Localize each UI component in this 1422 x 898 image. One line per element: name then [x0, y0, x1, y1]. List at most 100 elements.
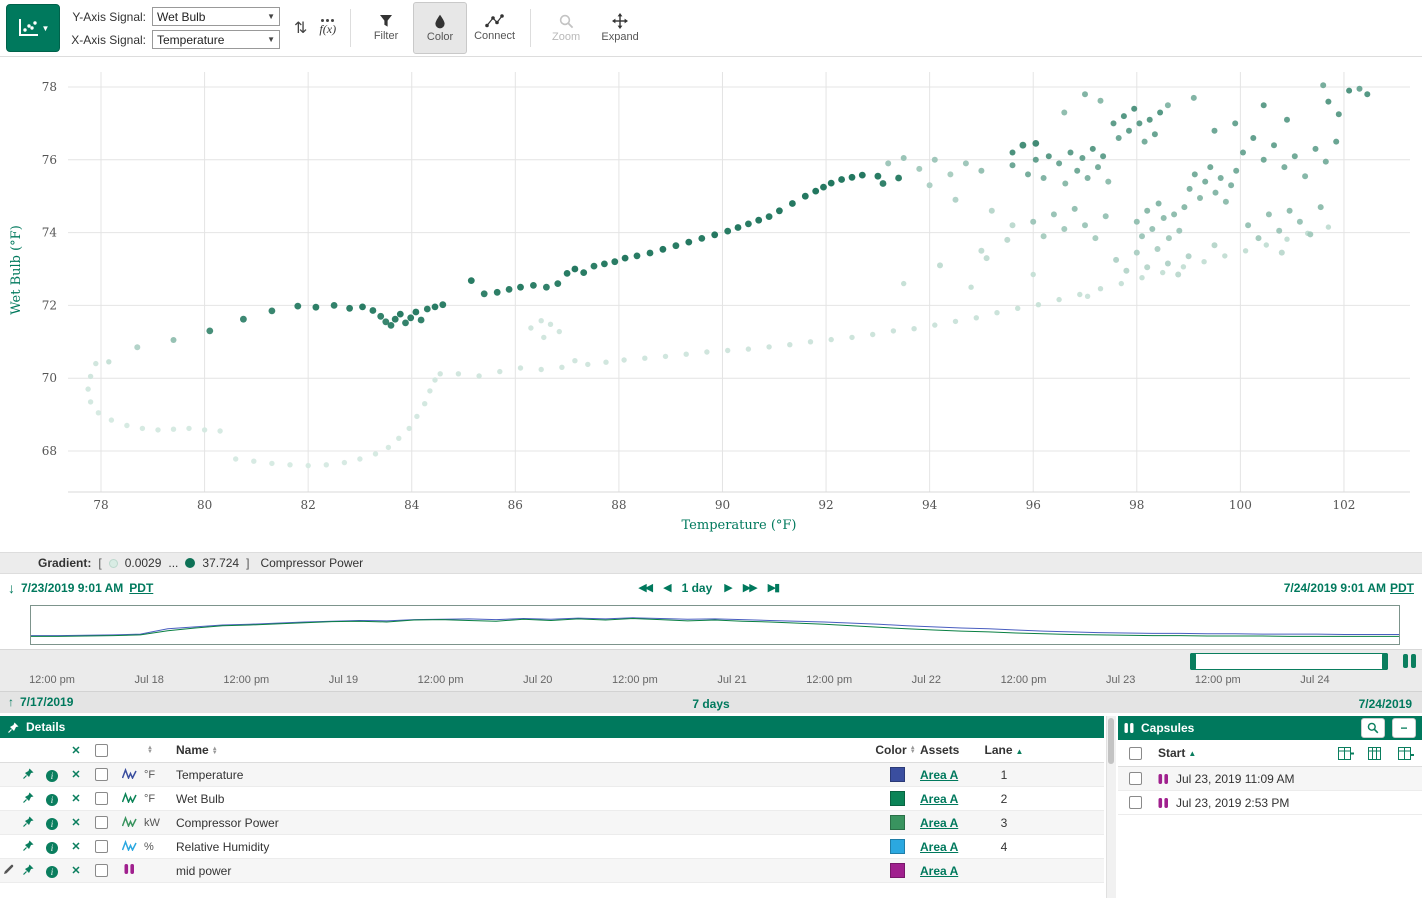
color-swatch[interactable]: [874, 863, 920, 878]
scatter-chart[interactable]: 7880828486889092949698100102687072747678…: [0, 57, 1422, 552]
step-to-end-button[interactable]: ▶▮: [768, 581, 779, 594]
step-back-button[interactable]: ◀: [663, 581, 669, 594]
fx-button[interactable]: f(x): [313, 5, 342, 51]
step-forward-button[interactable]: ▶: [724, 581, 730, 594]
x-axis-select[interactable]: Temperature ▼: [152, 30, 280, 49]
details-scrollbar[interactable]: [1106, 716, 1116, 898]
info-button[interactable]: i: [40, 840, 64, 854]
investigate-range-start[interactable]: 7/17/2019: [20, 695, 73, 709]
capsules-grid-icons: [1338, 747, 1414, 760]
details-row: i✕%Relative HumidityArea A4: [0, 835, 1104, 859]
step-back-double-button[interactable]: ◀◀: [638, 581, 651, 594]
color-column-header[interactable]: Color: [875, 743, 906, 757]
brush-right-handle[interactable]: [1382, 653, 1388, 670]
start-column-header[interactable]: Start: [1158, 746, 1185, 760]
sort-icon[interactable]: ▲▼: [910, 746, 916, 754]
asset-link[interactable]: Area A: [920, 768, 982, 782]
signal-icon: [122, 840, 137, 851]
row-checkbox[interactable]: [88, 864, 114, 877]
pin-button[interactable]: [16, 864, 40, 878]
remove-button[interactable]: ✕: [64, 864, 88, 877]
pin-icon[interactable]: [23, 840, 34, 851]
y-axis-select[interactable]: Wet Bulb ▼: [152, 7, 280, 26]
filter-button[interactable]: Filter: [359, 2, 413, 54]
bulk-remove-icon[interactable]: ✕: [64, 744, 88, 757]
remove-button[interactable]: ✕: [64, 840, 88, 853]
timebar[interactable]: 12:00 pmJul 1812:00 pmJul 1912:00 pmJul …: [0, 649, 1422, 691]
pin-icon[interactable]: [23, 864, 34, 875]
sort-icon[interactable]: ▲▼: [212, 747, 218, 755]
info-button[interactable]: i: [40, 768, 64, 782]
color-button[interactable]: Color: [413, 2, 467, 54]
color-swatch[interactable]: [874, 839, 920, 854]
select-all-checkbox[interactable]: [88, 744, 114, 757]
remove-button[interactable]: ✕: [64, 792, 88, 805]
display-range-start[interactable]: 7/23/2019 9:01 AM: [21, 581, 123, 595]
asset-link[interactable]: Area A: [920, 816, 982, 830]
timezone-link[interactable]: PDT: [1390, 581, 1414, 595]
pin-button[interactable]: [16, 768, 40, 782]
step-forward-double-button[interactable]: ▶▶: [743, 581, 756, 594]
scrollbar-thumb[interactable]: [1108, 718, 1114, 764]
range-up-icon[interactable]: ↑: [8, 695, 14, 709]
row-checkbox[interactable]: [88, 768, 114, 781]
capsule-checkbox[interactable]: [1122, 796, 1148, 809]
brush-left-handle[interactable]: [1190, 653, 1196, 670]
details-row: i✕mid powerArea A: [0, 859, 1104, 883]
display-range-brush[interactable]: [1190, 653, 1388, 670]
svg-text:Temperature (°F): Temperature (°F): [682, 518, 797, 533]
info-button[interactable]: i: [40, 792, 64, 806]
row-checkbox[interactable]: [88, 816, 114, 829]
stats-columns-icon[interactable]: [1398, 747, 1414, 760]
asset-link[interactable]: Area A: [920, 840, 982, 854]
svg-text:74: 74: [42, 226, 58, 240]
name-column-header[interactable]: Name: [176, 743, 209, 757]
column-options-icon[interactable]: [1368, 747, 1384, 760]
pin-icon[interactable]: [23, 816, 34, 827]
scatterplot-tool-button[interactable]: ▼: [6, 4, 60, 52]
pin-button[interactable]: [16, 816, 40, 830]
trend-overview[interactable]: [30, 605, 1400, 645]
pin-button[interactable]: [16, 840, 40, 854]
pin-icon[interactable]: [23, 768, 34, 779]
collapse-panel-button[interactable]: −: [1392, 718, 1416, 738]
info-button[interactable]: i: [40, 816, 64, 830]
asset-link[interactable]: Area A: [920, 792, 982, 806]
capsule-row[interactable]: Jul 23, 2019 11:09 AM: [1118, 767, 1422, 791]
connect-button[interactable]: Connect: [467, 2, 522, 54]
display-range-end[interactable]: 7/24/2019 9:01 AM: [1284, 581, 1386, 595]
range-down-icon[interactable]: ↓: [8, 580, 15, 596]
timebar-options-icon[interactable]: [1403, 654, 1416, 668]
item-name: Wet Bulb: [176, 792, 874, 806]
assets-column-header[interactable]: Assets: [920, 743, 982, 757]
capsules-search-button[interactable]: [1361, 718, 1385, 738]
investigate-range-duration[interactable]: 7 days: [692, 697, 729, 711]
timezone-link[interactable]: PDT: [129, 581, 153, 595]
remove-button[interactable]: ✕: [64, 816, 88, 829]
sort-icon[interactable]: ▲▼: [147, 746, 153, 754]
pin-button[interactable]: [16, 792, 40, 806]
color-swatch[interactable]: [874, 791, 920, 806]
remove-button[interactable]: ✕: [64, 768, 88, 781]
row-checkbox[interactable]: [88, 792, 114, 805]
capsule-row[interactable]: Jul 23, 2019 2:53 PM: [1118, 791, 1422, 815]
capsule-icon: [1158, 797, 1169, 809]
color-swatch[interactable]: [874, 767, 920, 782]
capsule-checkbox[interactable]: [1122, 772, 1148, 785]
pin-icon[interactable]: [23, 792, 34, 803]
lane-column-header[interactable]: Lane: [985, 743, 1013, 757]
gradient-min-dot-icon: [109, 559, 118, 568]
row-checkbox[interactable]: [88, 840, 114, 853]
add-column-icon[interactable]: [1338, 747, 1354, 760]
color-swatch[interactable]: [874, 815, 920, 830]
info-button[interactable]: i: [40, 864, 64, 878]
asset-link[interactable]: Area A: [920, 864, 982, 878]
expand-button[interactable]: Expand: [593, 2, 647, 54]
gradient-signal-name: Compressor Power: [260, 556, 363, 570]
capsules-select-all-checkbox[interactable]: [1122, 747, 1148, 760]
swap-axes-button[interactable]: ⇅: [288, 5, 313, 51]
magnifier-icon: [1367, 722, 1379, 734]
edit-icon[interactable]: [3, 864, 14, 875]
duration-label[interactable]: 1 day: [682, 581, 713, 595]
investigate-range-end[interactable]: 7/24/2019: [1359, 697, 1412, 711]
